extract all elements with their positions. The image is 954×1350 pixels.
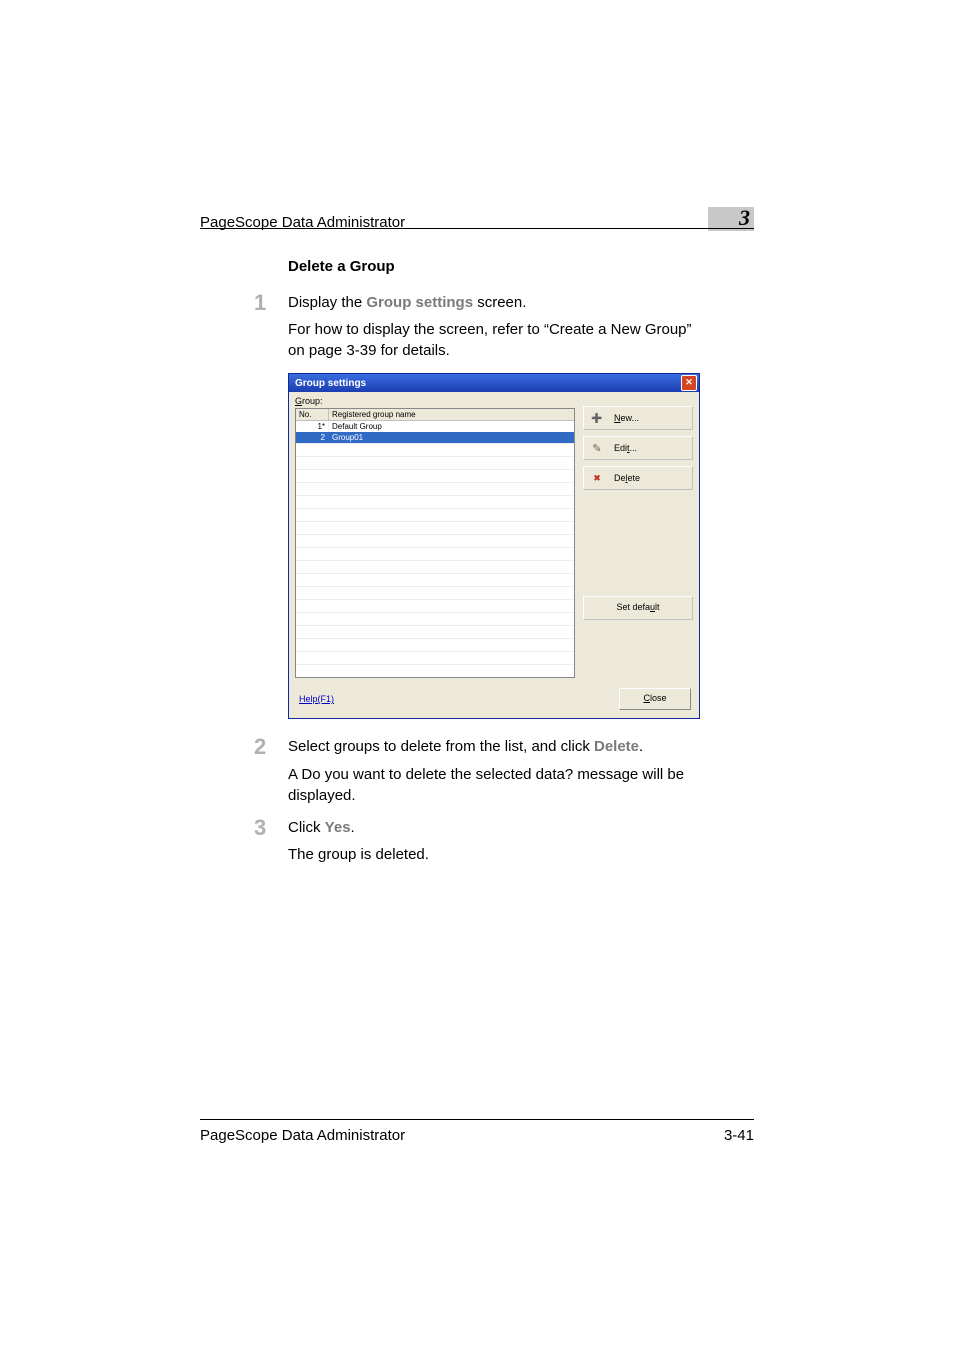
section-title: Delete a Group bbox=[288, 258, 698, 275]
delete-icon bbox=[590, 471, 604, 485]
step-3-text: Click Yes. bbox=[288, 818, 355, 838]
step-1-detail: For how to display the screen, refer to … bbox=[288, 319, 698, 361]
close-icon[interactable]: ✕ bbox=[681, 375, 697, 391]
edit-icon bbox=[590, 441, 604, 455]
step-number: 1 bbox=[254, 293, 288, 313]
dialog-title: Group settings bbox=[295, 378, 366, 389]
group-grid[interactable]: No. Registered group name 1* Default Gro… bbox=[295, 408, 575, 678]
new-button[interactable]: New... bbox=[583, 406, 693, 430]
group-settings-dialog: Group settings ✕ Group: No. Registered g… bbox=[288, 373, 700, 719]
edit-button[interactable]: Edit... bbox=[583, 436, 693, 460]
step-3-detail: The group is deleted. bbox=[288, 844, 698, 865]
new-icon bbox=[590, 411, 604, 425]
step-2-text: Select groups to delete from the list, a… bbox=[288, 737, 643, 757]
step-1-text: Display the Group settings screen. bbox=[288, 293, 526, 313]
col-no: No. bbox=[296, 409, 329, 420]
group-list-label: Group: bbox=[295, 396, 575, 406]
step-2-detail: A Do you want to delete the selected dat… bbox=[288, 764, 698, 806]
header-rule bbox=[200, 228, 754, 229]
set-default-button[interactable]: Set default bbox=[583, 596, 693, 620]
col-name: Registered group name bbox=[329, 409, 574, 420]
footer-rule bbox=[200, 1119, 754, 1120]
table-row[interactable]: 2 Group01 bbox=[296, 432, 574, 443]
delete-button[interactable]: Delete bbox=[583, 466, 693, 490]
page-number: 3-41 bbox=[724, 1127, 754, 1144]
footer-title: PageScope Data Administrator bbox=[200, 1127, 405, 1144]
step-number: 2 bbox=[254, 737, 288, 757]
table-row[interactable]: 1* Default Group bbox=[296, 421, 574, 432]
close-button[interactable]: Close bbox=[619, 688, 691, 710]
step-number: 3 bbox=[254, 818, 288, 838]
dialog-titlebar: Group settings ✕ bbox=[289, 374, 699, 392]
help-link[interactable]: Help(F1) bbox=[299, 694, 334, 704]
